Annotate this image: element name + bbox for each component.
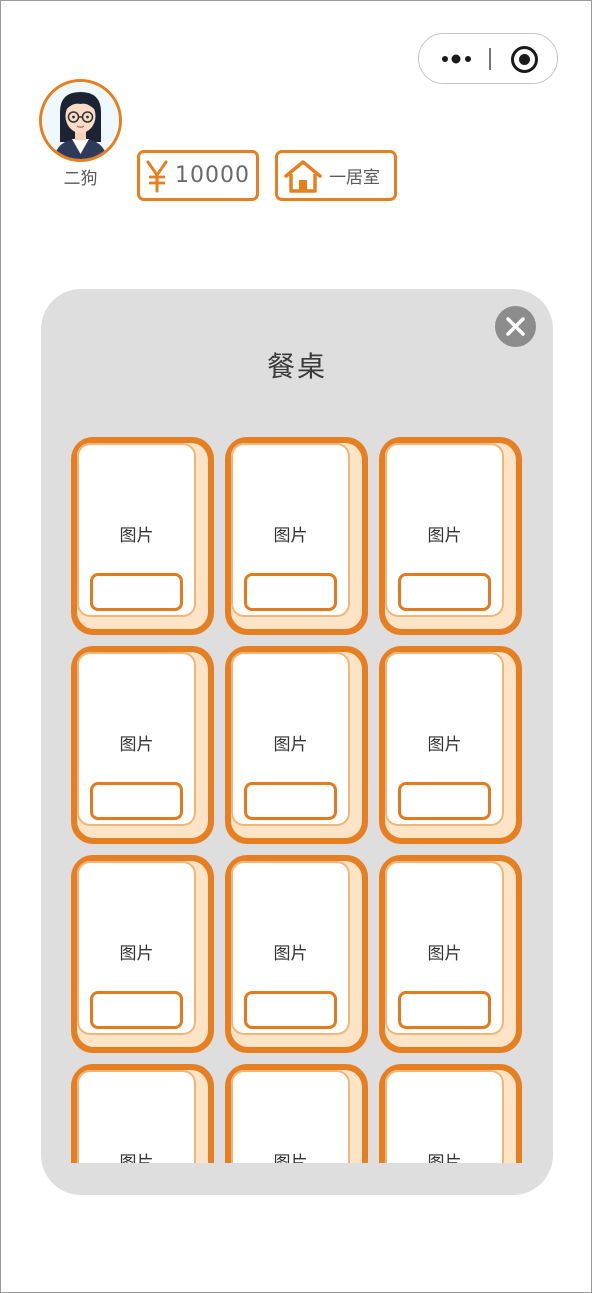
item-select-button[interactable] [244,991,337,1029]
item-card[interactable]: 图片 [225,437,368,635]
card-body: 图片 [77,443,196,617]
card-body: 图片 [385,861,504,1035]
item-select-button[interactable] [244,573,337,611]
item-image-placeholder: 图片 [273,526,308,546]
item-card[interactable]: 图片 [379,437,522,635]
card-body: 图片 [231,1070,350,1163]
yen-icon [146,160,168,192]
phone-screen: 二狗 10000 一居室 餐桌 图片 图片 图片 图片 图片 图片 图片 图片 … [0,0,592,1293]
item-card[interactable]: 图片 [225,646,368,844]
avatar[interactable] [39,79,122,162]
item-image-placeholder: 图片 [273,1153,308,1163]
item-card[interactable]: 图片 [71,437,214,635]
item-card[interactable]: 图片 [379,1064,522,1163]
item-image-placeholder: 图片 [427,526,462,546]
card-body: 图片 [231,652,350,826]
card-body: 图片 [77,652,196,826]
card-body: 图片 [385,443,504,617]
card-body: 图片 [231,861,350,1035]
item-select-button[interactable] [398,573,491,611]
target-circle-icon[interactable] [510,45,539,74]
item-image-placeholder: 图片 [273,735,308,755]
item-select-button[interactable] [398,991,491,1029]
money-badge[interactable]: 10000 [137,150,259,201]
item-image-placeholder: 图片 [119,944,154,964]
item-image-placeholder: 图片 [427,1153,462,1163]
house-icon [284,159,322,193]
more-dots-icon[interactable] [441,51,475,67]
item-grid[interactable]: 图片 图片 图片 图片 图片 图片 图片 图片 图片 图片 图片 图片 [71,437,531,1163]
capsule-divider [489,48,491,70]
card-body: 图片 [385,1070,504,1163]
card-body: 图片 [385,652,504,826]
item-picker-panel: 餐桌 图片 图片 图片 图片 图片 图片 图片 图片 图片 图片 图片 图片 [41,289,553,1195]
mini-program-capsule [418,33,558,84]
close-icon [506,317,525,336]
money-amount: 10000 [175,163,250,188]
avatar-illustration [42,82,119,159]
card-body: 图片 [77,1070,196,1163]
item-select-button[interactable] [90,991,183,1029]
item-image-placeholder: 图片 [427,735,462,755]
housing-badge[interactable]: 一居室 [275,150,397,201]
item-image-placeholder: 图片 [119,1153,154,1163]
housing-label: 一居室 [329,168,380,188]
item-card[interactable]: 图片 [379,646,522,844]
item-card[interactable]: 图片 [71,855,214,1053]
item-card[interactable]: 图片 [225,855,368,1053]
item-select-button[interactable] [90,573,183,611]
item-image-placeholder: 图片 [119,526,154,546]
panel-title: 餐桌 [266,350,327,383]
close-button[interactable] [495,306,536,347]
item-select-button[interactable] [398,782,491,820]
item-image-placeholder: 图片 [119,735,154,755]
card-body: 图片 [231,443,350,617]
item-card[interactable]: 图片 [71,1064,214,1163]
item-card[interactable]: 图片 [225,1064,368,1163]
username: 二狗 [63,169,98,189]
item-image-placeholder: 图片 [273,944,308,964]
item-card[interactable]: 图片 [379,855,522,1053]
card-body: 图片 [77,861,196,1035]
item-select-button[interactable] [244,782,337,820]
item-image-placeholder: 图片 [427,944,462,964]
item-card[interactable]: 图片 [71,646,214,844]
item-select-button[interactable] [90,782,183,820]
